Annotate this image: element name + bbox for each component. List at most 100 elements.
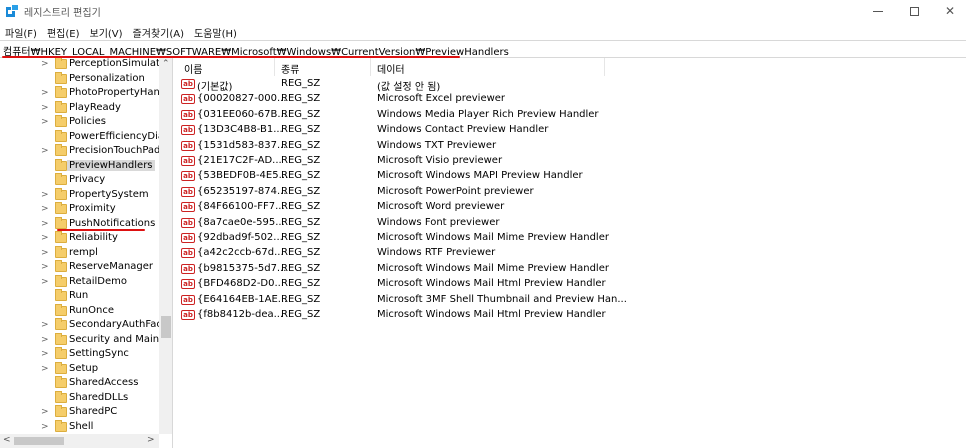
tree-item[interactable]: SharedAccess xyxy=(0,376,160,392)
tree-item[interactable]: PreviewHandlers xyxy=(0,158,160,175)
scroll-left-icon[interactable]: < xyxy=(3,435,11,445)
column-header-data[interactable]: 데이터 xyxy=(377,61,405,76)
tree-horizontal-scrollbar[interactable]: < > xyxy=(0,434,159,448)
chevron-right-icon[interactable]: > xyxy=(41,190,49,200)
chevron-right-icon[interactable]: > xyxy=(41,277,49,287)
menu-edit[interactable]: 편집(E) xyxy=(42,23,85,41)
chevron-right-icon[interactable]: > xyxy=(41,422,49,432)
value-row[interactable]: ab {031EE060-67B... REG_SZ Windows Media Pl… xyxy=(174,108,606,123)
string-value-icon: ab xyxy=(181,94,195,105)
column-divider[interactable] xyxy=(274,58,275,76)
value-row[interactable]: ab {65235197-874... REG_SZ Microsoft PowerP… xyxy=(174,185,606,200)
value-row[interactable]: ab {21E17C2F-AD... REG_SZ Microsoft Visio p… xyxy=(174,154,606,169)
chevron-right-icon[interactable]: > xyxy=(41,117,49,127)
scroll-thumb[interactable] xyxy=(14,437,64,445)
value-row[interactable]: ab {92dbad9f-502... REG_SZ Microsoft Window… xyxy=(174,231,609,246)
value-row[interactable]: ab {a42c2ccb-67d... REG_SZ Windows RTF Prev… xyxy=(174,246,606,261)
value-row[interactable]: ab {1531d583-837... REG_SZ Windows TXT Prev… xyxy=(174,139,606,154)
value-name: {a42c2ccb-67d... xyxy=(197,247,284,259)
tree-item-label: Setup xyxy=(69,362,99,374)
tree-item[interactable]: > SettingSync xyxy=(0,347,160,363)
menu-favorites[interactable]: 즐겨찾기(A) xyxy=(128,23,189,41)
column-header-type[interactable]: 종류 xyxy=(281,61,299,76)
value-row[interactable]: ab {E64164EB-1AE... REG_SZ Microsoft 3MF Sh… xyxy=(174,293,627,308)
tree-item[interactable]: > Setup xyxy=(0,361,160,378)
tree-item[interactable]: > ReserveManager xyxy=(0,260,160,276)
chevron-right-icon[interactable]: > xyxy=(41,335,49,345)
scroll-up-icon[interactable]: ⌃ xyxy=(162,59,170,69)
chevron-right-icon[interactable]: > xyxy=(41,146,49,156)
maximize-button[interactable] xyxy=(896,0,932,22)
tree-vertical-scrollbar[interactable]: ⌃ xyxy=(159,58,172,434)
tree-item-label: SharedPC xyxy=(69,406,118,417)
value-data: Windows RTF Previewer xyxy=(377,247,496,259)
tree-item[interactable]: RunOnce xyxy=(0,303,160,320)
tree-item[interactable]: > PlayReady xyxy=(0,100,160,117)
menu-file[interactable]: 파일(F) xyxy=(0,23,42,41)
tree-item[interactable]: > RetailDemo xyxy=(0,274,160,291)
value-row[interactable]: ab {b9815375-5d7... REG_SZ Microsoft Window… xyxy=(174,262,609,277)
string-value-icon: ab xyxy=(181,310,195,320)
chevron-right-icon[interactable]: > xyxy=(41,204,49,214)
tree-item[interactable]: > rempl xyxy=(0,245,160,262)
value-row[interactable]: ab {53BEDF0B-4E5... REG_SZ Microsoft Window… xyxy=(174,169,606,184)
string-value-icon: ab xyxy=(181,125,195,136)
chevron-right-icon[interactable]: > xyxy=(41,407,49,417)
tree-item[interactable]: > PerceptionSimulation xyxy=(0,58,172,73)
column-divider[interactable] xyxy=(370,58,371,76)
chevron-right-icon[interactable]: > xyxy=(41,59,49,69)
tree-item[interactable]: SharedDLLs xyxy=(0,390,160,407)
registry-editor-icon xyxy=(6,4,19,17)
chevron-right-icon[interactable]: > xyxy=(41,364,49,374)
tree-item[interactable]: > Security and Maintenance xyxy=(0,332,172,349)
scroll-right-icon[interactable]: > xyxy=(147,435,155,445)
value-name: {BFD468D2-D0... xyxy=(197,278,285,290)
tree-item[interactable]: > Policies xyxy=(0,115,160,131)
tree-item-label: SecondaryAuthFactor xyxy=(69,319,173,330)
folder-icon xyxy=(55,303,67,316)
value-row[interactable]: ab {BFD468D2-D0... REG_SZ Microsoft Windows… xyxy=(174,277,606,292)
chevron-right-icon[interactable]: > xyxy=(41,320,49,330)
value-type: REG_SZ xyxy=(281,155,321,166)
tree-item-label: SettingSync xyxy=(69,348,129,359)
chevron-right-icon[interactable]: > xyxy=(41,219,49,229)
tree-item[interactable]: PowerEfficiencyDiagnostics xyxy=(0,129,172,146)
menu-help[interactable]: 도움말(H) xyxy=(189,23,242,41)
menu-view[interactable]: 보기(V) xyxy=(85,23,128,41)
value-type: REG_SZ xyxy=(281,124,321,136)
value-name: {b9815375-5d7... xyxy=(197,262,287,274)
tree-item[interactable]: Privacy xyxy=(0,173,160,189)
tree-item[interactable]: Run xyxy=(0,289,160,305)
tree-item[interactable]: > Shell xyxy=(0,419,160,436)
tree-item[interactable]: > PrecisionTouchPad xyxy=(0,144,160,160)
column-header-name[interactable]: 이름 xyxy=(184,61,202,76)
value-row[interactable]: ab (기본값) REG_SZ (값 설정 안 됨) xyxy=(174,77,606,93)
address-bar[interactable]: 컴퓨터₩HKEY_LOCAL_MACHINE₩SOFTWARE₩Microsof… xyxy=(0,40,966,58)
tree-item[interactable]: > PropertySystem xyxy=(0,187,160,204)
chevron-right-icon[interactable]: > xyxy=(41,88,49,98)
value-row[interactable]: ab {84F66100-FF7... REG_SZ Microsoft Word p… xyxy=(174,200,606,215)
close-button[interactable]: ✕ xyxy=(932,0,966,22)
value-row[interactable]: ab {8a7cae0e-595... REG_SZ Windows Font pre… xyxy=(174,216,606,231)
value-row[interactable]: ab {00020827-000... REG_SZ Microsoft Excel … xyxy=(174,92,606,107)
value-list: 이름 종류 데이터 ab (기본값) REG_SZ (값 설정 안 됨) ab {0002… xyxy=(174,58,966,448)
minimize-button[interactable] xyxy=(860,0,896,22)
value-row[interactable]: ab {13D3C4B8-B1... REG_SZ Windows Contact P… xyxy=(174,123,606,138)
tree-item[interactable]: > SharedPC xyxy=(0,405,160,421)
value-row[interactable]: ab {f8b8412b-dea... REG_SZ Microsoft Window… xyxy=(174,308,606,323)
tree-item[interactable]: Personalization xyxy=(0,71,160,88)
column-divider[interactable] xyxy=(604,58,605,76)
value-type: REG_SZ xyxy=(281,232,321,243)
menu-bar: 파일(F) 편집(E) 보기(V) 즐겨찾기(A) 도움말(H) xyxy=(0,23,966,41)
tree-item[interactable]: > Proximity xyxy=(0,202,160,218)
chevron-right-icon[interactable]: > xyxy=(41,233,49,243)
value-type: REG_SZ xyxy=(281,170,321,182)
chevron-right-icon[interactable]: > xyxy=(41,103,49,113)
tree-item[interactable]: > Reliability xyxy=(0,231,160,247)
chevron-right-icon[interactable]: > xyxy=(41,248,49,258)
chevron-right-icon[interactable]: > xyxy=(41,349,49,359)
chevron-right-icon[interactable]: > xyxy=(41,262,49,272)
tree-item[interactable]: > PhotoPropertyHandler xyxy=(0,86,172,102)
tree-item[interactable]: > SecondaryAuthFactor xyxy=(0,318,172,334)
scroll-thumb[interactable] xyxy=(161,316,171,338)
